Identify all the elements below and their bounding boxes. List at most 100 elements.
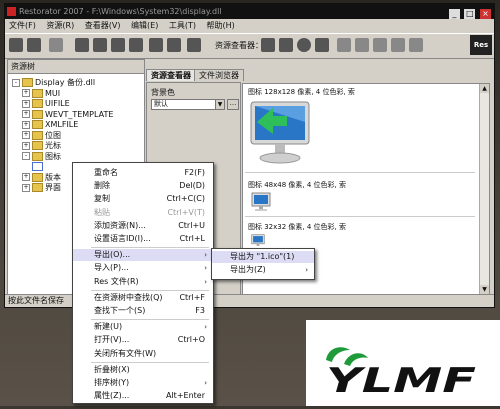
menu-item-shortcut: Del(D) — [179, 181, 205, 191]
tree-item[interactable]: + MUI — [22, 88, 61, 99]
folder-icon — [32, 183, 43, 192]
context-menu-item[interactable]: 折叠树(X) — [73, 364, 213, 376]
collapse-icon[interactable]: - — [22, 152, 30, 160]
vertical-scrollbar[interactable]: ▲ ▼ — [479, 84, 489, 294]
menu-edit[interactable]: 编辑(E) — [127, 19, 162, 32]
context-menu-item[interactable]: 在资源树中查找(Q) Ctrl+F — [73, 292, 213, 304]
context-menu-item[interactable]: 粘贴 Ctrl+V(T) — [73, 207, 213, 219]
icon-header-48: 图标 48x48 像素, 4 位色彩, 索 — [248, 181, 346, 189]
menu-help[interactable]: 帮助(H) — [203, 19, 239, 32]
menu-item-label: 导入(P)... — [94, 263, 129, 273]
tree-item-label: 图标 — [45, 151, 61, 161]
document-icon[interactable] — [149, 38, 163, 52]
menu-item-label: 重命名 — [94, 168, 118, 177]
close-button[interactable]: × — [480, 9, 491, 19]
minimize-button[interactable]: _ — [448, 9, 460, 19]
tree-item[interactable]: + UIFILE — [22, 99, 70, 109]
context-menu-item[interactable]: 新建(U) › — [73, 321, 213, 333]
new-icon[interactable] — [9, 38, 23, 52]
tree-item[interactable]: + XMLFILE — [22, 120, 78, 130]
context-menu-item[interactable]: 复制 Ctrl+C(C) — [73, 193, 213, 205]
expand-icon[interactable]: + — [22, 131, 30, 139]
check-icon[interactable] — [391, 38, 405, 52]
context-menu-item[interactable]: Res 文件(R) › — [73, 276, 213, 288]
export-submenu: 导出为 "1.ico"(1) 导出为(Z) › — [211, 248, 315, 280]
context-menu-item[interactable]: 打开(V)... Ctrl+O — [73, 334, 213, 346]
tree-item[interactable] — [32, 162, 45, 172]
tree-item[interactable]: - Display 备份.dll — [12, 78, 95, 88]
restorator-logo: Res — [470, 35, 492, 55]
context-menu-item[interactable]: 导出(O)... › — [73, 249, 213, 262]
expand-icon[interactable]: + — [22, 89, 30, 97]
menu-item-shortcut: Ctrl+V(T) — [167, 207, 205, 217]
context-menu-item[interactable]: 查找下一个(S) F3 — [73, 305, 213, 317]
text-view-icon[interactable] — [279, 38, 293, 52]
hex-view-icon[interactable] — [261, 38, 275, 52]
menu-file[interactable]: 文件(F) — [5, 19, 40, 32]
text-icon[interactable] — [187, 38, 201, 52]
chevron-right-icon: › — [204, 379, 207, 387]
context-menu-item[interactable]: 删除 Del(D) — [73, 180, 213, 192]
menu-item-shortcut: Ctrl+C(C) — [166, 194, 205, 204]
forward-arrow-icon[interactable] — [355, 38, 369, 52]
collapse-icon[interactable]: - — [12, 78, 20, 87]
context-menu-item[interactable]: 重命名 F2(F) — [73, 167, 213, 179]
chevron-down-icon[interactable]: ▼ — [215, 100, 224, 109]
tab-resource-viewer[interactable]: 资源查看器 — [146, 69, 196, 81]
context-menu-item[interactable]: 设置语言ID(I)... Ctrl+L — [73, 233, 213, 245]
menu-viewer[interactable]: 查看器(V) — [81, 19, 125, 32]
monitor-icon-32 — [251, 234, 265, 246]
tree-item[interactable]: - 图标 — [22, 151, 61, 162]
resource-tree-title: 资源树 — [8, 60, 144, 74]
maximize-button[interactable]: □ — [464, 9, 476, 19]
browse-button[interactable]: ... — [227, 99, 239, 110]
tree-item-label: MUI — [45, 88, 61, 98]
expand-icon[interactable]: + — [22, 141, 30, 150]
expand-icon[interactable]: + — [22, 110, 30, 118]
grid-icon[interactable] — [315, 38, 329, 52]
pages-icon[interactable] — [167, 38, 181, 52]
back-arrow-icon[interactable] — [337, 38, 351, 52]
scroll-up-icon[interactable]: ▲ — [480, 84, 489, 93]
icon-header-32: 图标 32x32 像素, 4 位色彩, 索 — [248, 223, 346, 231]
expand-icon[interactable]: + — [22, 120, 30, 129]
context-menu-item[interactable]: 添加资源(N)... Ctrl+U — [73, 220, 213, 232]
copy-icon[interactable] — [93, 38, 107, 52]
submenu-item[interactable]: 导出为 "1.ico"(1) — [212, 251, 314, 263]
menu-bar: 文件(F) 资源(R) 查看器(V) 编辑(E) 工具(T) 帮助(H) — [5, 19, 494, 32]
submenu-item[interactable]: 导出为(Z) › — [212, 264, 314, 276]
context-menu-item[interactable]: 导入(P)... › — [73, 262, 213, 274]
expand-icon[interactable]: + — [22, 173, 30, 181]
scroll-down-icon[interactable]: ▼ — [480, 285, 489, 294]
save-icon[interactable] — [49, 38, 63, 52]
context-menu-item[interactable]: 关闭所有文件(W) — [73, 348, 213, 360]
tree-item[interactable]: + 版本 — [22, 172, 61, 183]
tree-item[interactable]: + 界面 — [22, 183, 61, 193]
tree-item[interactable]: + 位图 — [22, 130, 61, 141]
context-menu-item[interactable]: 属性(Z)... Alt+Enter — [73, 390, 213, 402]
monitor-icon-48 — [251, 192, 271, 211]
folder-icon — [32, 99, 43, 108]
tree-item-label: WEVT_TEMPLATE — [45, 109, 114, 119]
expand-icon[interactable]: + — [22, 99, 30, 108]
cancel-icon[interactable] — [409, 38, 423, 52]
folder-icon — [32, 172, 43, 182]
menu-resource[interactable]: 资源(R) — [42, 19, 78, 32]
paste-icon[interactable] — [111, 38, 125, 52]
menu-item-label: 导出(O)... — [94, 250, 131, 260]
menu-item-shortcut: Ctrl+F — [179, 292, 205, 302]
background-color-dropdown[interactable]: 默认 ▼ — [151, 99, 225, 110]
cut-icon[interactable] — [75, 38, 89, 52]
tree-item[interactable]: + 光标 — [22, 141, 61, 151]
search-icon[interactable] — [129, 38, 143, 52]
move-icon[interactable] — [373, 38, 387, 52]
expand-icon[interactable]: + — [22, 183, 30, 192]
menu-item-label: 设置语言ID(I)... — [94, 234, 151, 243]
open-icon[interactable] — [27, 38, 41, 52]
context-menu-item[interactable]: 排序树(Y) › — [73, 377, 213, 389]
tree-item-label: UIFILE — [45, 99, 70, 108]
tree-item[interactable]: + WEVT_TEMPLATE — [22, 109, 114, 120]
tab-file-browser[interactable]: 文件浏览器 — [194, 69, 244, 81]
menu-tools[interactable]: 工具(T) — [165, 19, 200, 32]
record-icon[interactable] — [297, 38, 311, 52]
